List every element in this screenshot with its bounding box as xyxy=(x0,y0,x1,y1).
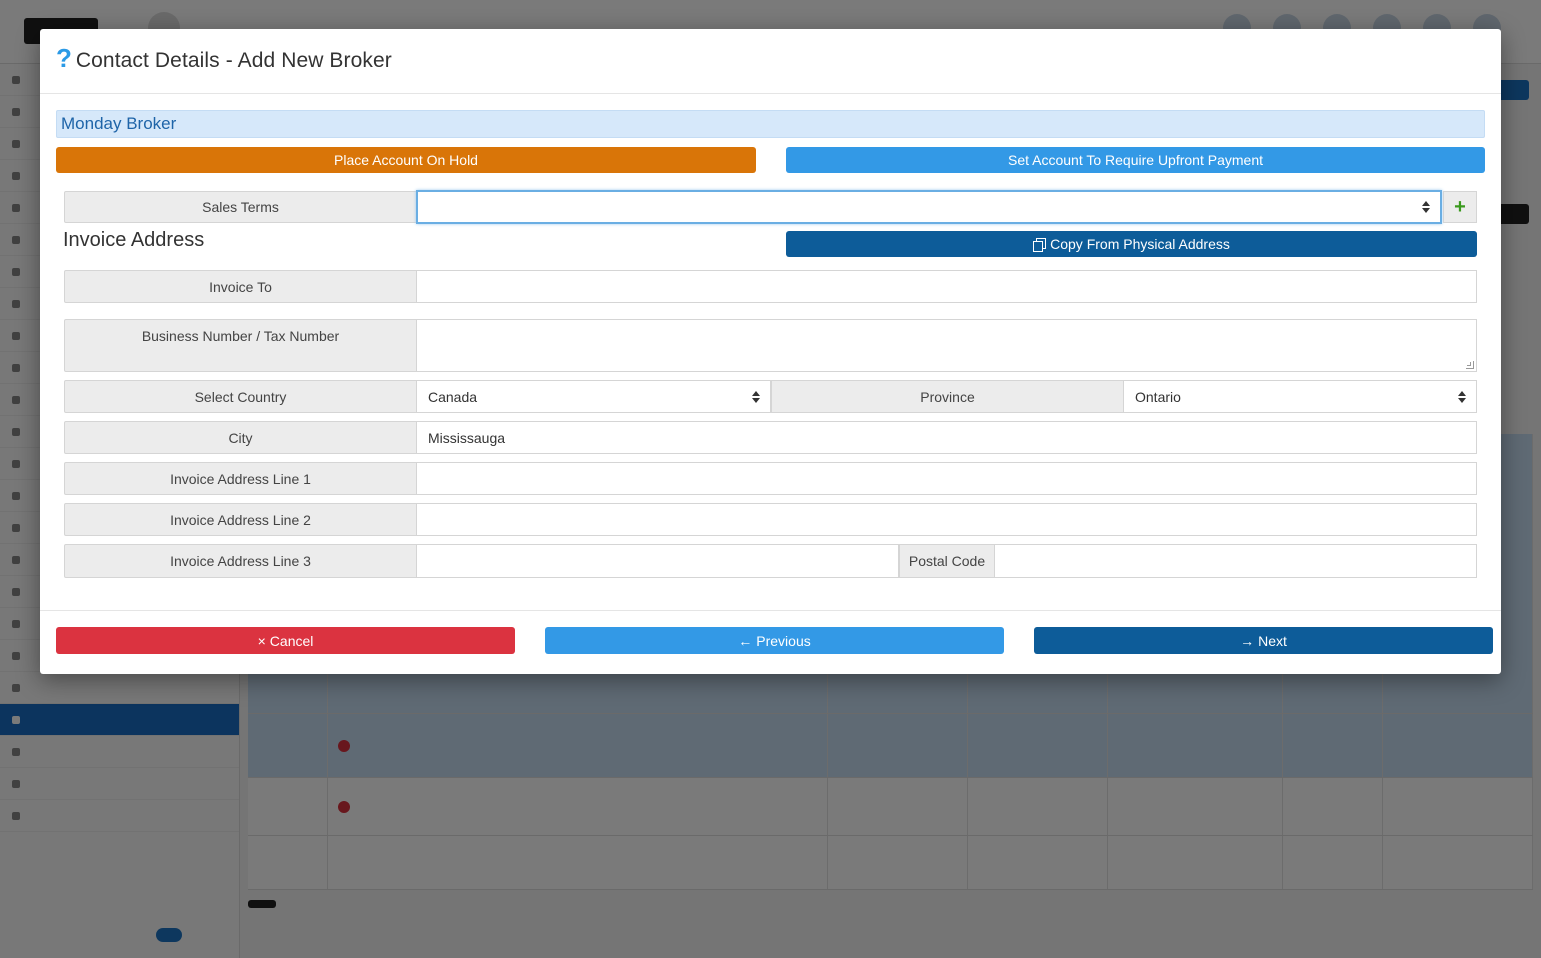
contact-details-modal: ? Contact Details - Add New Broker Monda… xyxy=(40,29,1501,674)
invoice-address-line-3-label: Invoice Address Line 3 xyxy=(64,544,417,578)
modal-header: ? Contact Details - Add New Broker xyxy=(40,29,1501,94)
invoice-address-line-2-input[interactable] xyxy=(416,503,1477,536)
modal-footer: × Cancel ← Previous → Next xyxy=(40,610,1501,674)
place-account-on-hold-button[interactable]: Place Account On Hold xyxy=(56,147,756,173)
cancel-button-label: Cancel xyxy=(269,632,314,649)
require-upfront-payment-button[interactable]: Set Account To Require Upfront Payment xyxy=(786,147,1485,173)
postal-code-input[interactable] xyxy=(994,544,1477,578)
city-label: City xyxy=(64,421,417,454)
invoice-address-line-1-input[interactable] xyxy=(416,462,1477,495)
copy-from-physical-address-button[interactable]: Copy From Physical Address xyxy=(786,231,1477,257)
invoice-to-input[interactable] xyxy=(416,270,1477,303)
city-input[interactable]: Mississauga xyxy=(416,421,1477,454)
company-name-banner: Monday Broker xyxy=(56,110,1485,138)
invoice-address-heading: Invoice Address xyxy=(63,229,205,251)
invoice-to-label: Invoice To xyxy=(64,270,417,303)
copy-icon xyxy=(1033,238,1047,252)
select-arrows-icon xyxy=(1458,390,1466,403)
invoice-address-line-3-input[interactable] xyxy=(416,544,899,578)
province-value: Ontario xyxy=(1135,388,1181,405)
invoice-address-line-2-label: Invoice Address Line 2 xyxy=(64,503,417,536)
business-number-textarea[interactable] xyxy=(416,319,1477,372)
country-select[interactable]: Canada xyxy=(416,380,771,413)
arrow-left-icon: ← xyxy=(738,632,753,649)
sales-terms-select[interactable] xyxy=(416,190,1442,224)
country-value: Canada xyxy=(428,388,478,405)
invoice-address-line-1-label: Invoice Address Line 1 xyxy=(64,462,417,495)
select-country-label: Select Country xyxy=(64,380,417,413)
cancel-button[interactable]: × Cancel xyxy=(56,627,515,654)
copy-button-label: Copy From Physical Address xyxy=(1050,236,1230,252)
select-arrows-icon xyxy=(1422,201,1430,213)
previous-button-label: Previous xyxy=(756,632,811,649)
postal-code-label: Postal Code xyxy=(899,544,995,578)
sales-terms-label: Sales Terms xyxy=(64,191,417,223)
province-select[interactable]: Ontario xyxy=(1123,380,1477,413)
resize-handle-icon[interactable] xyxy=(1466,361,1474,369)
province-label: Province xyxy=(771,380,1124,413)
previous-button[interactable]: ← Previous xyxy=(545,627,1004,654)
plus-icon: + xyxy=(1454,195,1466,218)
next-button[interactable]: → Next xyxy=(1034,627,1493,654)
modal-body: Monday Broker Place Account On Hold Set … xyxy=(40,94,1501,610)
next-button-label: Next xyxy=(1258,632,1287,649)
close-icon: × xyxy=(257,632,266,649)
arrow-right-icon: → xyxy=(1240,632,1255,649)
help-icon[interactable]: ? xyxy=(56,45,72,71)
business-number-label: Business Number / Tax Number xyxy=(64,319,417,372)
select-arrows-icon xyxy=(752,390,760,403)
add-sales-terms-button[interactable]: + xyxy=(1443,191,1477,223)
modal-title: Contact Details - Add New Broker xyxy=(75,49,392,72)
